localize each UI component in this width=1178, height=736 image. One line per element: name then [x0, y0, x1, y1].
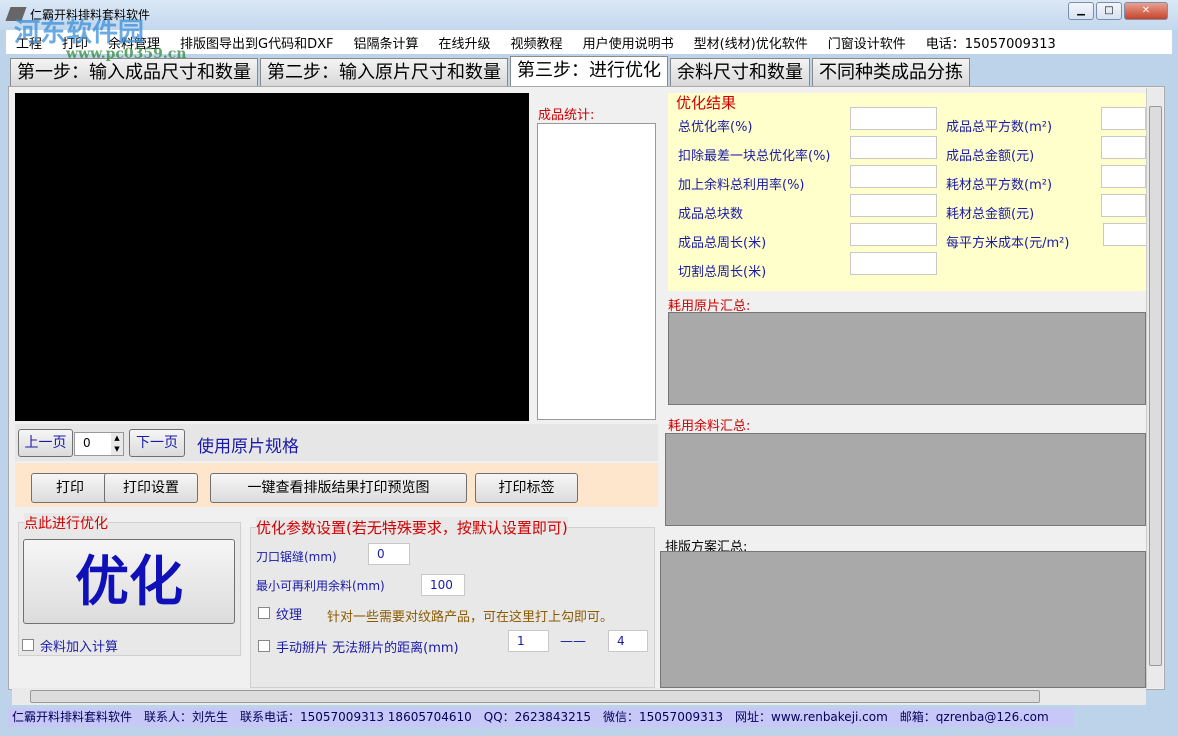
result-label: 成品总金额(元) [946, 149, 1035, 164]
use-sheet-spec-link[interactable]: 使用原片规格 [197, 432, 299, 457]
range-dash: —— [560, 634, 586, 649]
menu-item[interactable]: 余料管理 [98, 33, 170, 52]
prev-page-button[interactable]: 上一页 [18, 429, 73, 457]
tab-step[interactable]: 第二步：输入原片尺寸和数量 [260, 58, 508, 86]
leftover-checkbox[interactable] [22, 639, 34, 651]
optimize-button[interactable]: 优化 [23, 539, 235, 624]
results-panel: 优化结果 总优化率(%) 扣除最差一块总优化率(%) 加上余料总利用率(%) 成品总块… [668, 93, 1148, 291]
sheets-summary-grid[interactable] [668, 312, 1146, 405]
result-field[interactable] [850, 165, 937, 188]
result-field[interactable] [850, 252, 937, 275]
results-title: 优化结果 [676, 94, 737, 112]
menu-item[interactable]: 在线升级 [429, 33, 501, 52]
min-leftover-input[interactable]: 100 [421, 574, 465, 596]
result-field[interactable] [850, 107, 937, 130]
stats-label: 成品统计: [538, 108, 595, 123]
vertical-scroll-thumb[interactable] [1149, 106, 1162, 666]
result-label: 切割总周长(米) [678, 265, 767, 280]
close-button[interactable]: ✕ [1124, 2, 1168, 20]
result-field[interactable] [850, 136, 937, 159]
manual-break-label: 手动掰片 无法掰片的距离(mm) [276, 641, 459, 656]
horizontal-scrollbar[interactable] [12, 688, 1146, 705]
result-label: 扣除最差一块总优化率(%) [678, 149, 831, 164]
horizontal-scroll-thumb[interactable] [30, 690, 1040, 703]
pager-row: 上一页 0 ▲ ▼ 下一页 使用原片规格 [15, 424, 658, 461]
result-label: 加上余料总利用率(%) [678, 178, 805, 193]
next-page-button[interactable]: 下一页 [129, 429, 185, 457]
grain-checkbox[interactable] [258, 607, 270, 619]
menu-item[interactable]: 门窗设计软件 [818, 33, 916, 52]
print-label-button[interactable]: 打印标签 [475, 473, 578, 503]
kerf-input[interactable]: 0 [368, 543, 410, 565]
menu-item[interactable]: 视频教程 [501, 33, 573, 52]
leftover-summary-label: 耗用余料汇总: [668, 419, 751, 434]
result-label: 成品总块数 [678, 207, 744, 222]
result-field[interactable] [1101, 165, 1146, 188]
manual-to-input[interactable]: 4 [608, 630, 648, 652]
min-leftover-label: 最小可再利用余料(mm) [256, 579, 385, 593]
step-tabs: 第一步：输入成品尺寸和数量 第二步：输入原片尺寸和数量 第三步：进行优化 余料尺寸和数… [10, 56, 972, 86]
kerf-label: 刀口锯缝(mm) [256, 550, 337, 564]
menu-item[interactable]: 工程 [6, 33, 52, 52]
result-field[interactable] [1101, 136, 1146, 159]
result-field[interactable] [850, 223, 937, 246]
print-preview-button[interactable]: 一键查看排版结果打印预览图 [210, 473, 467, 503]
minimize-button[interactable]: ▁ [1068, 2, 1094, 20]
menu-item[interactable]: 型材(线材)优化软件 [684, 33, 818, 52]
vertical-scrollbar[interactable] [1146, 88, 1163, 688]
tab-step[interactable]: 第一步：输入成品尺寸和数量 [10, 58, 258, 86]
grain-label: 纹理 [276, 608, 303, 623]
result-field[interactable] [1101, 107, 1146, 130]
result-label: 耗材总金额(元) [946, 207, 1035, 222]
menu-item[interactable]: 打印 [52, 33, 98, 52]
tab-step[interactable]: 第三步：进行优化 [510, 56, 668, 86]
result-label: 耗材总平方数(m²) [946, 178, 1053, 193]
page-spinner[interactable]: ▲ ▼ [111, 433, 123, 455]
menu-item[interactable]: 排版图导出到G代码和DXF [170, 33, 343, 52]
result-label: 成品总平方数(m²) [946, 120, 1053, 135]
print-settings-button[interactable]: 打印设置 [104, 473, 198, 503]
result-field[interactable] [1103, 223, 1148, 246]
leftover-check-label: 余料加入计算 [40, 640, 119, 655]
grain-hint: 针对一些需要对纹路产品，可在这里打上勾即可。 [327, 610, 614, 625]
maximize-button[interactable]: □ [1096, 2, 1122, 20]
optimize-group-title: 点此进行优化 [24, 513, 108, 533]
result-field[interactable] [850, 194, 937, 217]
leftover-summary-grid[interactable] [665, 433, 1146, 526]
manual-from-input[interactable]: 1 [508, 630, 549, 652]
result-label: 成品总周长(米) [678, 236, 767, 251]
window-title: 仁霸开料排料套料软件 [30, 8, 151, 22]
menu-item[interactable]: 用户使用说明书 [573, 33, 684, 52]
app-icon [5, 7, 27, 21]
result-label: 总优化率(%) [678, 120, 753, 135]
stats-list[interactable] [537, 123, 656, 420]
menu-item[interactable]: 电话：15057009313 [916, 33, 1066, 52]
title-bar: 仁霸开料排料套料软件 ▁ □ ✕ [0, 0, 1178, 30]
plan-summary-grid[interactable] [660, 551, 1146, 688]
menu-item[interactable]: 铝隔条计算 [344, 33, 429, 52]
manual-break-checkbox[interactable] [258, 640, 270, 652]
tab-step[interactable]: 不同种类成品分拣 [812, 58, 970, 86]
tab-step[interactable]: 余料尺寸和数量 [670, 58, 810, 86]
result-label: 每平方米成本(元/m²) [946, 236, 1070, 251]
print-button[interactable]: 打印 [31, 473, 109, 503]
layout-canvas [15, 93, 529, 421]
status-bar: 仁霸开料排料套料软件 联系人：刘先生 联系电话：15057009313 1860… [8, 708, 1074, 727]
params-group-title: 优化参数设置(若无特殊要求，按默认设置即可) [256, 517, 568, 538]
print-row: 打印 打印设置 一键查看排版结果打印预览图 打印标签 [15, 463, 658, 507]
result-field[interactable] [1101, 194, 1146, 217]
menu-bar: 工程 打印 余料管理 排版图导出到G代码和DXF 铝隔条计算 在线升级 视频教程 用户使用说明… [6, 30, 1172, 54]
